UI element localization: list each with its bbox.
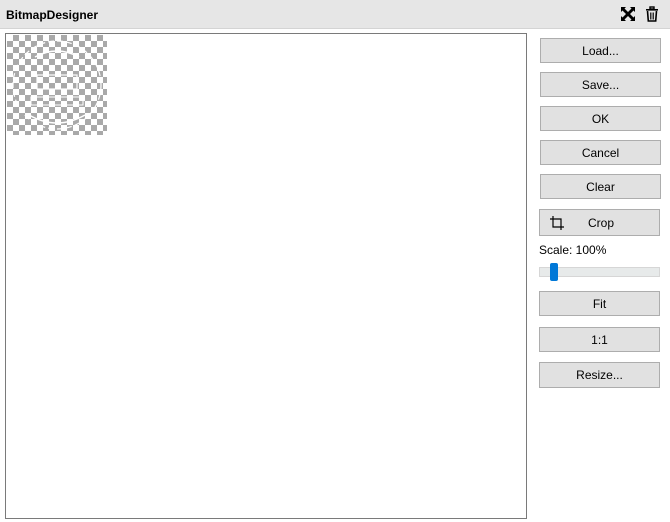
- maximize-icon[interactable]: [619, 5, 637, 23]
- clear-button[interactable]: Clear: [540, 174, 661, 199]
- save-button[interactable]: Save...: [540, 72, 661, 97]
- crop-button[interactable]: Crop: [539, 209, 660, 236]
- one-to-one-button[interactable]: 1:1: [539, 327, 660, 352]
- load-button[interactable]: Load...: [540, 38, 661, 63]
- crop-label: Crop: [588, 215, 615, 230]
- slider-thumb[interactable]: [550, 263, 558, 281]
- resize-button[interactable]: Resize...: [539, 362, 660, 388]
- bitmap-canvas[interactable]: [5, 33, 527, 519]
- title-bar: BitmapDesigner: [0, 0, 670, 29]
- window-title: BitmapDesigner: [6, 8, 99, 22]
- image-watermark: [12, 40, 102, 130]
- fit-button[interactable]: Fit: [539, 291, 660, 316]
- cancel-button[interactable]: Cancel: [540, 140, 661, 165]
- bitmap-image[interactable]: [7, 35, 107, 135]
- crop-icon: [550, 215, 566, 231]
- scale-slider[interactable]: [539, 263, 660, 281]
- scale-label: Scale: 100%: [539, 243, 607, 257]
- ok-button[interactable]: OK: [540, 106, 661, 131]
- trash-icon[interactable]: [643, 5, 661, 23]
